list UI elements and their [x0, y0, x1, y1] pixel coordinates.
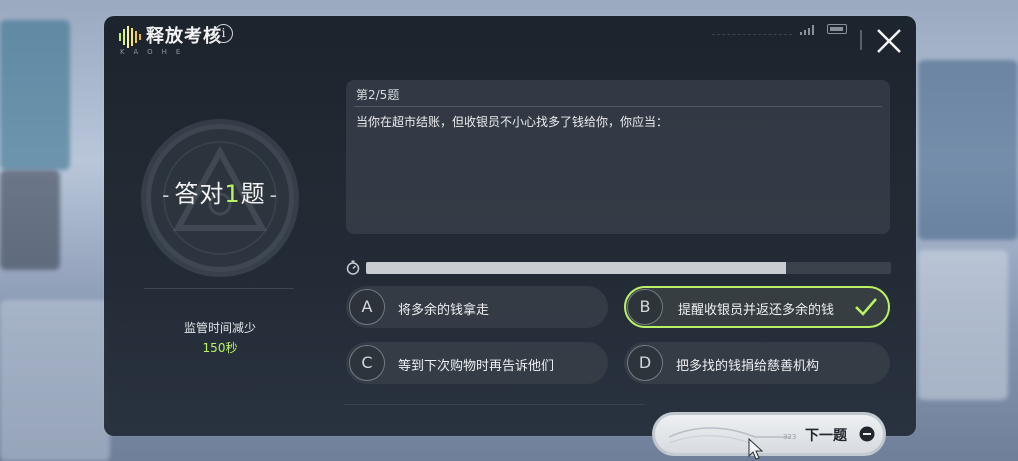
- soundwave-logo-icon: [119, 26, 141, 48]
- page-subtitle: KAOHE: [120, 48, 190, 56]
- option-letter: B: [627, 289, 663, 325]
- divider: [144, 288, 294, 289]
- battery-icon: [827, 24, 847, 34]
- option-text: 将多余的钱拿走: [398, 303, 490, 318]
- penalty-value: 150秒: [202, 341, 238, 355]
- next-question-button[interactable]: 323 下一题: [652, 412, 886, 456]
- option-letter: C: [349, 345, 385, 381]
- score-prefix: 答对: [174, 180, 225, 208]
- question-box: 第2/5题 当你在超市结账，但收银员不小心找多了钱给你，你应当：: [346, 80, 890, 234]
- score-suffix: 题: [240, 180, 266, 208]
- signal-icon: [800, 25, 814, 35]
- background-scenery: [918, 250, 1008, 400]
- header-decoration: [712, 34, 792, 35]
- checkmark-icon: [855, 298, 877, 316]
- page-title: 释放考核: [146, 26, 222, 47]
- timer-bar: [366, 262, 891, 274]
- answer-option-b[interactable]: B 提醒收银员并返还多余的钱: [624, 286, 890, 328]
- arrow-right-circle-icon: [859, 426, 875, 442]
- option-letter: D: [627, 345, 663, 381]
- option-letter: A: [349, 289, 385, 325]
- question-divider: [354, 106, 882, 107]
- question-text: 当你在超市结账，但收银员不小心找多了钱给你，你应当：: [356, 115, 669, 129]
- answer-option-c[interactable]: C 等到下次购物时再告诉他们: [346, 342, 608, 384]
- timer-bar-fill: [366, 262, 786, 274]
- background-scenery: [0, 170, 60, 270]
- next-hint: 323: [783, 433, 797, 441]
- option-text: 等到下次购物时再告诉他们: [398, 359, 555, 374]
- score-dash-left: -: [162, 183, 171, 207]
- score-number: 1: [224, 180, 241, 208]
- header-divider: [860, 30, 862, 50]
- background-scenery: [918, 60, 1018, 240]
- question-number: 第2/5题: [356, 88, 400, 102]
- correct-count-display: - 答对1题 -: [134, 174, 306, 209]
- option-text: 把多找的钱捐给慈善机构: [676, 359, 820, 374]
- button-decoration: [668, 427, 791, 446]
- score-dash-right: -: [269, 183, 278, 207]
- answer-option-a[interactable]: A 将多余的钱拿走: [346, 286, 608, 328]
- panel-header: 释放考核 KAOHE i: [104, 16, 916, 62]
- close-icon[interactable]: [874, 26, 904, 56]
- quiz-panel: 释放考核 KAOHE i - 答对1题 - 监管时间减少 150秒 第2/5题 当你…: [104, 16, 916, 436]
- next-label: 下一题: [805, 428, 847, 444]
- mouse-cursor-icon: [748, 438, 764, 460]
- divider: [344, 404, 644, 405]
- info-button[interactable]: i: [214, 24, 233, 43]
- penalty-label: 监管时间减少: [183, 321, 256, 335]
- background-scenery: [0, 300, 110, 461]
- option-text: 提醒收银员并返还多余的钱: [678, 303, 835, 318]
- answer-option-d[interactable]: D 把多找的钱捐给慈善机构: [624, 342, 890, 384]
- background-scenery: [0, 20, 70, 170]
- stopwatch-icon: [346, 260, 360, 275]
